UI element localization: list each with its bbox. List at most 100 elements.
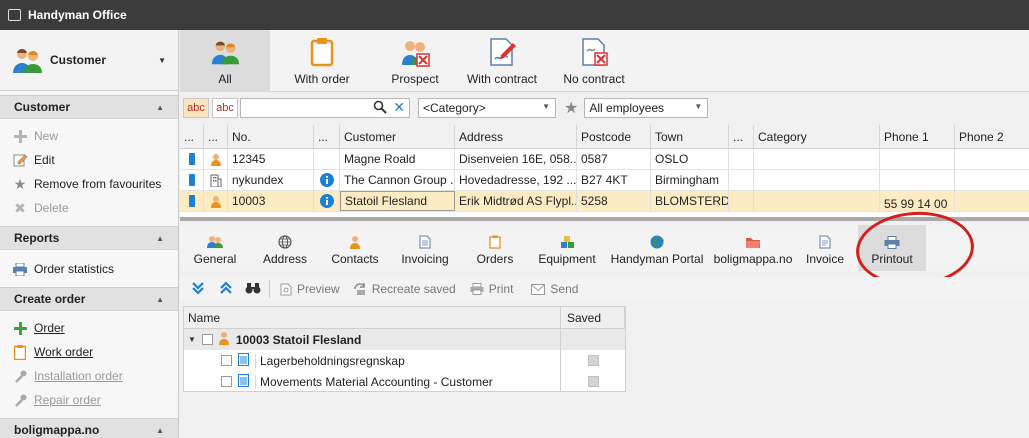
recreate-icon	[353, 283, 365, 295]
tree-group-row[interactable]: ▼ 10003 Statoil Flesland	[184, 329, 625, 350]
section-title: Reports	[14, 231, 60, 245]
cell-blank	[729, 170, 754, 190]
tab-handyman-portal[interactable]: Handyman Portal	[604, 225, 710, 271]
group-checkbox[interactable]	[201, 334, 213, 345]
info-icon[interactable]	[314, 170, 340, 190]
list-item[interactable]: Lagerbeholdningsregnskap	[184, 350, 625, 371]
star-icon: ★	[13, 175, 27, 192]
search-row: abc abc ✕ <Category> ▼ ★ All employees ▼	[180, 95, 1029, 121]
col-header[interactable]: ...	[729, 125, 754, 148]
clipboard-icon	[489, 235, 501, 249]
search-icon[interactable]	[373, 100, 387, 117]
employees-dropdown[interactable]: All employees ▼	[584, 98, 709, 118]
col-header-town[interactable]: Town	[651, 125, 729, 148]
sidebar-item-order-statistics[interactable]: Order statistics	[0, 257, 178, 281]
no-contract-icon	[582, 38, 608, 66]
recreate-saved-button[interactable]: Recreate saved	[353, 282, 456, 296]
cell-address: Erik Midtrød AS Flypl...	[455, 191, 577, 211]
col-header-category[interactable]: Category	[754, 125, 880, 148]
section-create-order[interactable]: Create order ▲	[0, 287, 178, 311]
plus-icon	[12, 128, 28, 144]
collapse-all-icon[interactable]	[219, 280, 233, 298]
sidebar-item-work-order[interactable]: Work order	[0, 340, 178, 364]
panel-splitter[interactable]	[180, 217, 1029, 221]
cell-phone1: 55 99 14 00	[880, 191, 955, 211]
sidebar-item-remove-favourite[interactable]: ★ Remove from favourites	[0, 172, 178, 196]
col-header-customer[interactable]: Customer	[340, 125, 455, 148]
col-header-no[interactable]: No.	[228, 125, 314, 148]
col-header[interactable]: ...	[204, 125, 228, 148]
printer-icon	[884, 236, 900, 249]
col-header-address[interactable]: Address	[455, 125, 577, 148]
preview-button[interactable]: Preview	[280, 282, 340, 296]
item-checkbox[interactable]	[221, 376, 232, 387]
table-row[interactable]: nykundex The Cannon Group ... Hovedadres…	[180, 170, 1029, 191]
cell-category	[754, 170, 880, 190]
filter-tab-with-order[interactable]: With order	[270, 30, 374, 92]
col-header-name[interactable]: Name	[184, 307, 561, 328]
table-row-selected[interactable]: 10003 Statoil Flesland Erik Midtrød AS F…	[180, 191, 1029, 212]
collapse-icon: ▲	[156, 102, 164, 112]
section-reports[interactable]: Reports ▲	[0, 226, 178, 250]
tab-label: Address	[262, 252, 308, 266]
mobile-icon	[180, 149, 204, 169]
sidebar-item-repair-order[interactable]: Repair order	[0, 388, 178, 412]
match-whole-toggle[interactable]: abc	[212, 98, 238, 118]
chevron-down-icon: ▼	[542, 102, 550, 111]
item-checkbox[interactable]	[221, 355, 232, 366]
filter-tab-with-contract[interactable]: With contract	[456, 30, 548, 92]
sidebar-item-label: Edit	[34, 153, 55, 167]
contract-icon	[490, 38, 516, 66]
col-header-phone2[interactable]: Phone 2	[955, 125, 1029, 148]
cell-town: OSLO	[651, 149, 729, 169]
sidebar-item-delete[interactable]: ✖ Delete	[0, 196, 178, 220]
report-icon	[238, 352, 249, 369]
sidebar-item-order[interactable]: Order	[0, 316, 178, 340]
col-header-phone1[interactable]: Phone 1	[880, 125, 955, 148]
wrench-icon	[12, 392, 28, 408]
filter-tab-no-contract[interactable]: No contract	[548, 30, 640, 92]
filter-tab-all[interactable]: All	[180, 30, 270, 92]
expand-arrow-icon[interactable]: ▼	[188, 335, 196, 344]
tab-orders[interactable]: Orders	[460, 225, 530, 271]
cell-address: Disenveien 16E, 058...	[455, 149, 577, 169]
category-dropdown[interactable]: <Category> ▼	[418, 98, 556, 118]
tab-address[interactable]: Address	[250, 225, 320, 271]
filter-tab-label: With order	[294, 72, 350, 86]
section-customer[interactable]: Customer ▲	[0, 95, 178, 119]
sidebar-item-edit[interactable]: Edit	[0, 148, 178, 172]
tab-equipment[interactable]: Equipment	[530, 225, 604, 271]
module-selector[interactable]: Customer ▼	[0, 30, 178, 91]
print-button[interactable]: Print	[470, 282, 513, 296]
list-item[interactable]: Movements Material Accounting - Customer	[184, 371, 625, 392]
col-header[interactable]: ...	[180, 125, 204, 148]
sidebar-item-new[interactable]: New	[0, 124, 178, 148]
table-row[interactable]: 12345 Magne Roald Disenveien 16E, 058...…	[180, 149, 1029, 170]
tab-printout[interactable]: Printout	[858, 225, 926, 271]
sidebar-item-installation-order[interactable]: Installation order	[0, 364, 178, 388]
preview-icon	[280, 283, 292, 295]
send-button[interactable]: Send	[531, 282, 578, 296]
col-header[interactable]: ...	[314, 125, 340, 148]
envelope-icon	[531, 283, 546, 295]
filter-tab-prospect[interactable]: Prospect	[374, 30, 456, 92]
tab-invoicing[interactable]: Invoicing	[390, 225, 460, 271]
expand-all-icon[interactable]	[191, 281, 205, 298]
match-case-toggle[interactable]: abc	[183, 98, 209, 118]
favourite-star-icon[interactable]: ★	[564, 98, 578, 118]
info-icon[interactable]	[314, 191, 340, 211]
tab-general[interactable]: General	[180, 225, 250, 271]
sidebar-item-label: Installation order	[34, 369, 123, 383]
tab-boligmappa[interactable]: boligmappa.no	[710, 225, 796, 271]
tab-invoice[interactable]: Invoice	[796, 225, 854, 271]
binoculars-icon[interactable]	[245, 282, 261, 297]
search-input[interactable]: ✕	[240, 98, 410, 118]
tab-contacts[interactable]: Contacts	[320, 225, 390, 271]
col-header-saved[interactable]: Saved	[561, 307, 625, 328]
document-icon	[419, 235, 431, 249]
mobile-icon	[180, 170, 204, 190]
section-boligmappa[interactable]: boligmappa.no ▲	[0, 418, 178, 438]
col-header-postcode[interactable]: Postcode	[577, 125, 651, 148]
clear-icon[interactable]: ✕	[393, 99, 405, 116]
printer-icon	[12, 261, 28, 277]
